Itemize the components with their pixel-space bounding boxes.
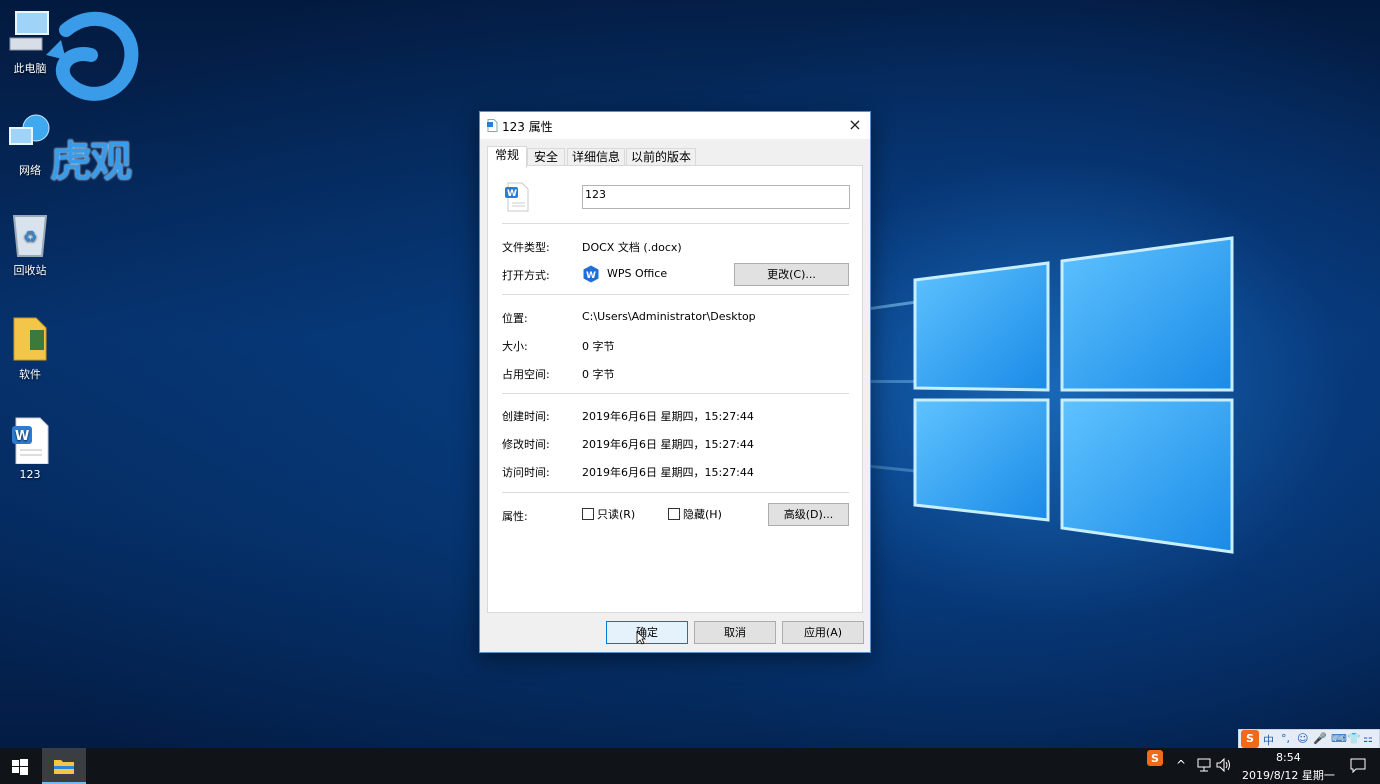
logo-pane xyxy=(1060,398,1234,554)
desktop-icon-123-docx[interactable]: W 123 xyxy=(2,416,58,481)
network-tray-icon[interactable] xyxy=(1196,758,1212,772)
svg-text:S: S xyxy=(1151,752,1159,765)
svg-text:W: W xyxy=(586,271,596,281)
mouse-cursor-icon xyxy=(636,631,646,645)
document-icon xyxy=(487,119,498,132)
file-name-field[interactable]: 123 xyxy=(582,185,850,209)
general-tab-panel: W 123 文件类型: DOCX 文档 (.docx) 打开方式: W WPS … xyxy=(487,165,863,613)
modified-label: 修改时间: xyxy=(502,438,550,451)
desktop-icon-this-pc[interactable]: 此电脑 xyxy=(2,8,58,76)
ime-keyboard-icon[interactable]: ⌨ xyxy=(1331,732,1347,745)
attributes-label: 属性: xyxy=(502,510,528,523)
close-button[interactable]: × xyxy=(840,112,870,139)
size-on-disk-value: 0 字节 xyxy=(582,368,615,381)
file-explorer-icon xyxy=(54,760,74,774)
opens-with-label: 打开方式: xyxy=(502,269,550,282)
size-on-disk-label: 占用空间: xyxy=(502,368,550,381)
created-label: 创建时间: xyxy=(502,410,550,423)
logo-pane xyxy=(1060,236,1234,392)
ime-mode-chinese[interactable]: 中 xyxy=(1263,732,1274,748)
file-type-value: DOCX 文档 (.docx) xyxy=(582,241,682,254)
svg-text:♻: ♻ xyxy=(23,227,37,246)
logo-pane xyxy=(913,398,1050,522)
button-label: 高级(D)... xyxy=(783,508,834,521)
dialog-title: 123 属性 xyxy=(502,120,553,134)
clock-time[interactable]: 8:54 xyxy=(1276,751,1301,764)
sogou-logo-icon[interactable]: S xyxy=(1241,730,1259,748)
button-label: 应用(A) xyxy=(803,626,843,639)
hidden-checkbox[interactable]: 隐藏(H) xyxy=(668,506,722,522)
desktop-icon-label: 软件 xyxy=(19,368,41,381)
sogou-tray-icon[interactable]: S xyxy=(1147,750,1163,766)
computer-icon xyxy=(6,8,54,56)
taskbar-file-explorer[interactable] xyxy=(42,748,86,784)
accessed-value: 2019年6月6日 星期四，15:27:44 xyxy=(582,466,754,479)
readonly-checkbox-label: 只读(R) xyxy=(597,508,636,521)
ime-toolbar[interactable]: S 中 °, ☺ 🎤 ⌨ 👕 ⚏ xyxy=(1238,729,1380,749)
desktop-icon-label: 此电脑 xyxy=(13,62,47,75)
hidden-checkbox-label: 隐藏(H) xyxy=(683,508,722,521)
ime-emoji-icon[interactable]: ☺ xyxy=(1297,732,1308,745)
windows-hero-logo xyxy=(913,236,1234,554)
tab-label: 安全 xyxy=(533,150,558,164)
watermark-text: 虎观 xyxy=(50,137,132,186)
cancel-button[interactable]: 取消 xyxy=(694,621,776,644)
tab-label: 以前的版本 xyxy=(630,150,691,164)
start-button[interactable] xyxy=(0,748,40,784)
ime-skin-icon[interactable]: 👕 xyxy=(1347,732,1361,745)
opens-with-value: WPS Office xyxy=(607,267,668,280)
change-program-button[interactable]: 更改(C)... xyxy=(734,263,849,286)
modified-value: 2019年6月6日 星期四，15:27:44 xyxy=(582,438,754,451)
desktop-icon-label: 123 xyxy=(19,468,41,481)
volume-icon[interactable] xyxy=(1216,758,1232,772)
desktop-icon-software-folder[interactable]: 软件 xyxy=(2,314,58,382)
network-icon xyxy=(6,110,54,158)
logo-pane xyxy=(913,261,1050,392)
size-value: 0 字节 xyxy=(582,340,615,353)
ime-punctuation-icon[interactable]: °, xyxy=(1281,732,1290,745)
readonly-checkbox[interactable]: 只读(R) xyxy=(582,506,635,522)
file-type-icon: W xyxy=(505,182,529,212)
recycle-bin-icon: ♻ xyxy=(6,210,54,258)
svg-text:W: W xyxy=(15,429,29,444)
separator xyxy=(502,223,849,224)
windows-start-icon xyxy=(12,759,28,775)
created-value: 2019年6月6日 星期四，15:27:44 xyxy=(582,410,754,423)
ime-toolbox-icon[interactable]: ⚏ xyxy=(1363,732,1373,745)
separator xyxy=(502,492,849,493)
checkbox-box[interactable] xyxy=(668,508,680,520)
separator xyxy=(502,393,849,394)
file-type-label: 文件类型: xyxy=(502,241,550,254)
accessed-label: 访问时间: xyxy=(502,466,550,479)
show-hidden-icons-chevron[interactable]: ^ xyxy=(1176,758,1186,772)
button-label: 更改(C)... xyxy=(767,268,816,281)
button-label: 取消 xyxy=(724,626,746,639)
clock-date[interactable]: 2019/8/12 星期一 xyxy=(1242,767,1335,783)
svg-text:W: W xyxy=(507,189,517,199)
folder-icon xyxy=(6,314,54,362)
location-label: 位置: xyxy=(502,312,528,325)
location-value: C:\Users\Administrator\Desktop xyxy=(582,310,756,323)
tab-label: 常规 xyxy=(494,148,519,162)
size-label: 大小: xyxy=(502,340,528,353)
dialog-titlebar[interactable]: 123 属性 × xyxy=(480,112,870,139)
word-document-icon: W xyxy=(6,416,54,465)
desktop-icon-label: 回收站 xyxy=(13,264,47,277)
ok-button[interactable]: 确定 xyxy=(606,621,688,644)
wps-office-icon: W xyxy=(583,265,599,283)
action-center-icon[interactable] xyxy=(1350,758,1366,774)
taskbar: S ^ 8:54 2019/8/12 星期一 xyxy=(0,748,1380,784)
checkbox-box[interactable] xyxy=(582,508,594,520)
desktop-icon-network[interactable]: 网络 xyxy=(2,110,58,178)
advanced-button[interactable]: 高级(D)... xyxy=(768,503,849,526)
separator xyxy=(502,294,849,295)
tab-general[interactable]: 常规 xyxy=(487,146,527,168)
desktop-icon-label: 网络 xyxy=(19,164,41,177)
close-icon: × xyxy=(848,115,862,134)
properties-dialog: 123 属性 × 常规 安全 详细信息 以前的版本 W 123 文件类型: DO… xyxy=(479,111,871,653)
tab-label: 详细信息 xyxy=(571,150,620,164)
ime-voice-icon[interactable]: 🎤 xyxy=(1313,732,1327,745)
apply-button[interactable]: 应用(A) xyxy=(782,621,864,644)
desktop-icon-recycle-bin[interactable]: ♻ 回收站 xyxy=(2,210,58,278)
